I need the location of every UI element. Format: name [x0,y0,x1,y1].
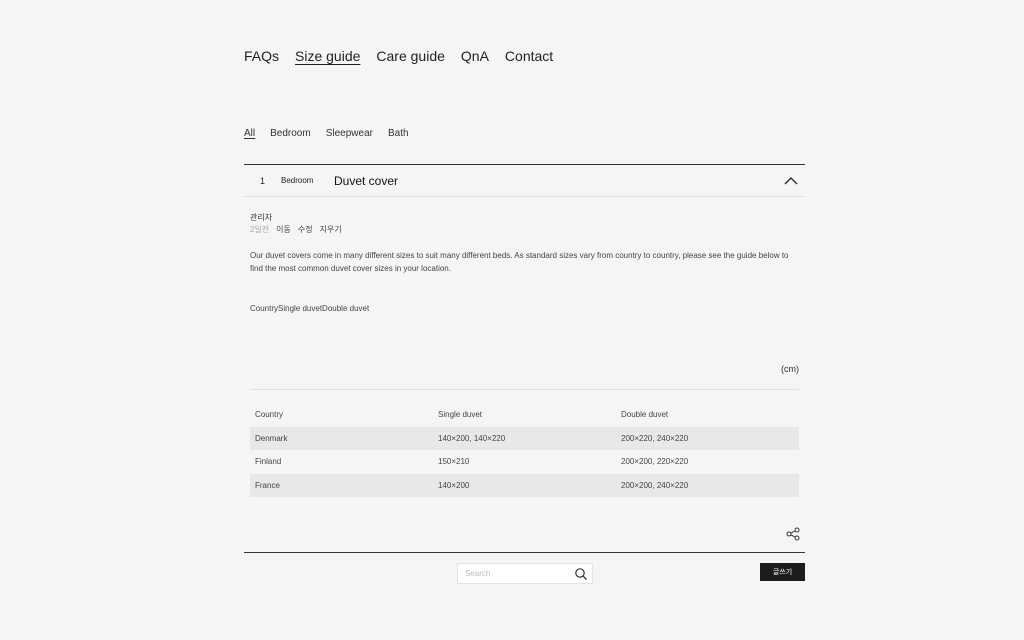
unit-label: (cm) [781,364,799,374]
table-cell: 140×200, 140×220 [433,426,616,450]
table-cell: 200×220, 240×220 [616,426,799,450]
top-nav: FAQs Size guide Care guide QnA Contact [244,48,553,64]
search-box [457,563,593,584]
table-header-row: Country Single duvet Double duvet [250,403,799,427]
table-divider [250,389,799,390]
category-bath[interactable]: Bath [388,128,409,139]
table-row: France 140×200 200×200, 240×220 [250,473,799,497]
table-header: Single duvet [438,410,483,420]
nav-care-guide[interactable]: Care guide [376,48,445,64]
table-cell: Denmark [250,426,433,450]
nav-contact[interactable]: Contact [505,48,553,64]
table-row: Denmark 140×200, 140×220 200×220, 240×22… [250,426,799,450]
board-bottom-divider [244,552,805,553]
search-icon[interactable] [574,567,588,581]
share-icon[interactable] [786,527,800,541]
chevron-up-icon[interactable] [779,169,803,193]
nav-size-guide[interactable]: Size guide [295,48,360,64]
raw-table-headers: CountrySingle duvetDouble duvet [250,304,370,313]
table-cell: 200×200, 240×220 [616,473,799,497]
search-input[interactable] [458,569,570,578]
post-body: Our duvet covers come in many different … [250,251,789,273]
post-meta: 2일전 이동 수정 지우기 [250,224,342,235]
move-button[interactable]: 이동 [276,224,291,235]
category-sleepwear[interactable]: Sleepwear [326,128,373,139]
table-cell: France [250,473,433,497]
edit-button[interactable]: 수정 [298,224,313,235]
post-number: 1 [259,175,265,186]
table-cell: Finland [255,457,282,467]
delete-button[interactable]: 지우기 [320,224,342,235]
category-filter: All Bedroom Sleepwear Bath [244,128,409,139]
table-row: Finland 150×210 200×200, 220×220 [250,450,799,474]
size-table: Country Single duvet Double duvet Denmar… [250,403,799,497]
table-cell: 200×200, 220×220 [621,457,689,467]
table-header: Country [255,410,284,420]
post-header[interactable]: 1 Bedroom Duvet cover [244,165,805,197]
write-post-button[interactable]: 글쓰기 [760,563,805,581]
table-cell: 140×200 [433,473,616,497]
category-all[interactable]: All [244,128,255,139]
post-author: 관리자 [250,213,273,222]
nav-qna[interactable]: QnA [461,48,489,64]
table-header: Double duvet [621,410,669,420]
post-category: Bedroom [281,176,314,185]
category-bedroom[interactable]: Bedroom [270,128,311,139]
post-title[interactable]: Duvet cover [334,174,779,188]
table-cell: 150×210 [438,457,470,467]
nav-faqs[interactable]: FAQs [244,48,279,64]
post-time: 2일전 [250,225,270,234]
